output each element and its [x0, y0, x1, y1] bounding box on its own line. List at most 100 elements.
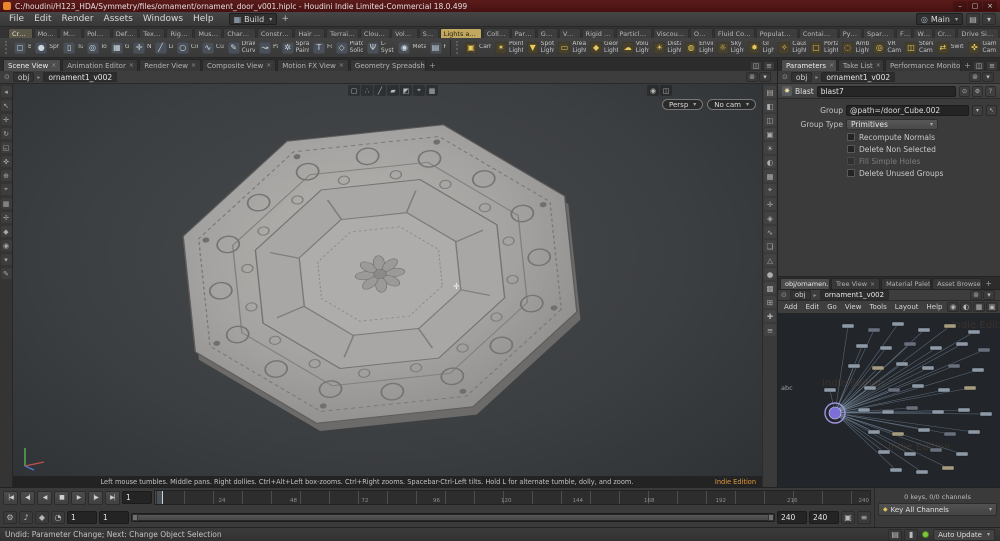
close-button[interactable]: ×: [983, 1, 997, 11]
snap-multi-icon[interactable]: ✢: [0, 212, 12, 223]
minimize-button[interactable]: –: [953, 1, 967, 11]
tool-switcher[interactable]: ⇄ Switcher: [935, 39, 967, 57]
pane-tab[interactable]: Scene View: [3, 59, 62, 71]
tool-spray-paint[interactable]: ✲ Spray Paint: [280, 39, 311, 57]
shelf-tab[interactable]: Deform: [111, 28, 139, 38]
go-start-button[interactable]: |◀: [3, 490, 18, 505]
split-pane-icon[interactable]: ◫: [973, 61, 985, 71]
grid-icon[interactable]: ▦: [764, 170, 776, 182]
show-edges-icon[interactable]: ╱: [374, 85, 386, 96]
timeline-ruler[interactable]: 24 48 72 96 120 144 168 192 216 240: [154, 490, 871, 506]
log-icon[interactable]: ▤: [888, 528, 903, 541]
handles-tool-icon[interactable]: ⊕: [0, 170, 12, 181]
network-menu-item[interactable]: Edit: [802, 303, 824, 311]
breadcrumb-root[interactable]: obj: [12, 72, 35, 82]
layout-icon[interactable]: ◫: [660, 85, 672, 96]
play-button[interactable]: ▶: [71, 490, 86, 505]
network-menu-item[interactable]: Layout: [891, 303, 923, 311]
frame-range-slider[interactable]: [131, 512, 775, 522]
collapse-arrow-icon[interactable]: ◂: [0, 86, 12, 97]
breadcrumb-root[interactable]: obj: [789, 290, 811, 300]
pane-tab[interactable]: Material Palette: [881, 278, 932, 289]
shelf-tab[interactable]: Constraints: [256, 28, 294, 38]
tool-environment-light[interactable]: ◍ Environment Light: [683, 39, 715, 57]
shelf-tab[interactable]: Pyro FX: [838, 28, 862, 38]
snap-mode-icon[interactable]: ⌖: [413, 85, 425, 96]
tool-lsystem[interactable]: Ψ L-System: [365, 39, 396, 57]
prev-key-button[interactable]: ◀|: [20, 490, 35, 505]
snap-grid-icon[interactable]: ▦: [0, 198, 12, 209]
playhead[interactable]: [157, 491, 163, 505]
shelf-tab[interactable]: Populate Containers: [755, 28, 798, 38]
edit-tool-icon[interactable]: ✎: [0, 268, 12, 279]
pin-icon[interactable]: ⊙: [959, 85, 970, 97]
add-desktop-button[interactable]: +: [279, 13, 291, 25]
param-toggle[interactable]: Delete Unused Groups: [781, 167, 997, 179]
add-view-icon[interactable]: ✚: [764, 310, 776, 322]
link-icon[interactable]: ⊚: [969, 72, 981, 82]
shelf-tab[interactable]: Container Tools: [798, 28, 838, 38]
shelf-tab[interactable]: FEM: [896, 28, 913, 38]
tool-font[interactable]: T Font: [311, 39, 334, 57]
snap-icon[interactable]: ⌖: [764, 184, 776, 196]
tool-file[interactable]: ▤ File: [428, 39, 448, 57]
tool-sphere[interactable]: ● Sphere: [33, 39, 61, 57]
shelf-tab[interactable]: Rigging: [166, 28, 194, 38]
current-frame-field[interactable]: 1: [122, 491, 152, 505]
view-tool-icon[interactable]: ◉: [0, 240, 12, 251]
key-set-icon[interactable]: ◆: [35, 510, 49, 524]
tool-distant-light[interactable]: ☀ Distant Light: [651, 39, 683, 57]
tool-caustic-light[interactable]: ✧ Caustic Light: [776, 39, 808, 57]
shelf-tab[interactable]: Grains: [536, 28, 558, 38]
pane-tab[interactable]: Take List: [837, 59, 884, 71]
shelf-grip[interactable]: [456, 41, 460, 54]
shelf-tab[interactable]: Texture: [139, 28, 166, 38]
pane-tab[interactable]: Performance Monitor: [885, 59, 961, 71]
tool-box[interactable]: ◻ Box: [12, 39, 33, 57]
pane-tab[interactable]: Asset Browser: [932, 278, 983, 289]
shelf-tab[interactable]: Sparse Pyro: [862, 28, 895, 38]
go-end-button[interactable]: ▶|: [105, 490, 120, 505]
menu-item[interactable]: Assets: [99, 14, 138, 24]
network-menu-item[interactable]: Add: [780, 303, 802, 311]
tool-vr-camera[interactable]: ◎ VR Camera: [871, 39, 903, 57]
network-canvas[interactable]: Indie Edition Indie Edition Indie Editio…: [778, 314, 1000, 487]
layout-single-icon[interactable]: ◧: [764, 100, 776, 112]
menu-item[interactable]: Edit: [29, 14, 56, 24]
shelf-tab[interactable]: Oceans: [689, 28, 713, 38]
range-start-field[interactable]: 1: [67, 510, 97, 524]
link-icon[interactable]: ⊚: [970, 290, 982, 300]
breadcrumb-root[interactable]: obj: [790, 72, 813, 82]
shelf-tab[interactable]: Character: [223, 28, 256, 38]
tool-camera[interactable]: ▣ Camera: [463, 39, 493, 57]
group-type-dropdown[interactable]: Primitives ▾: [846, 118, 938, 130]
range-end-field[interactable]: 240: [809, 510, 839, 524]
pane-tab[interactable]: Animation Editor: [62, 59, 139, 71]
param-toggle[interactable]: Delete Non Selected: [781, 143, 997, 155]
tool-geometry-light[interactable]: ◆ Geometry Light: [588, 39, 620, 57]
shelf-tab[interactable]: Volume: [391, 28, 418, 38]
pane-tab[interactable]: Parameters: [781, 59, 837, 71]
translate-tool-icon[interactable]: ✛: [0, 114, 12, 125]
materials-icon[interactable]: ◈: [764, 212, 776, 224]
group-pick-icon[interactable]: ↖: [986, 104, 997, 116]
audio-options-icon[interactable]: ♪: [19, 510, 33, 524]
gear-icon[interactable]: ⚙: [972, 85, 983, 97]
material-icon[interactable]: ◉: [947, 302, 959, 312]
group-select-arrow-icon[interactable]: ▾: [972, 104, 983, 116]
curves-icon[interactable]: ∿: [764, 226, 776, 238]
tool-null[interactable]: ✛ Null: [131, 39, 153, 57]
scene-viewport[interactable]: ▢ ∴ ╱ ▰ ◩ ⌖ ▦ ◉ ◫ Persp ▾ No cam ▾ ✛ Lef…: [13, 84, 762, 487]
show-prims-icon[interactable]: ▰: [387, 85, 399, 96]
tool-metaball[interactable]: ◉ Metaball: [396, 39, 427, 57]
scale-tool-icon[interactable]: ◱: [0, 142, 12, 153]
shelf-tab[interactable]: Drive Simulation: [957, 28, 999, 38]
shelf-tab[interactable]: Cloud FX: [359, 28, 390, 38]
snap-points-icon[interactable]: ⌖: [0, 184, 12, 195]
pane-tab[interactable]: Motion FX View: [277, 59, 349, 71]
view-menu-icon[interactable]: ≡: [764, 324, 776, 336]
display-options-icon[interactable]: ▤: [764, 86, 776, 98]
param-toggle[interactable]: Recompute Normals: [781, 131, 997, 143]
subrange-end-field[interactable]: 240: [777, 510, 807, 524]
shading-mode-icon[interactable]: ◐: [764, 156, 776, 168]
